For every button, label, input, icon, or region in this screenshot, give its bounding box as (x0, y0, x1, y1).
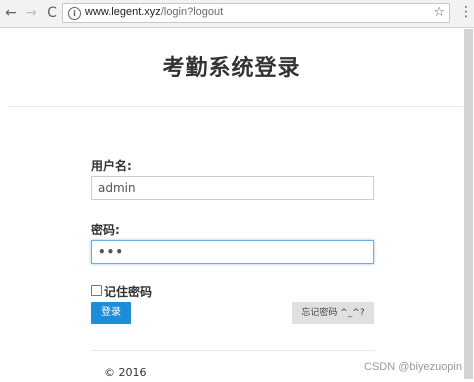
footer-divider (91, 350, 374, 351)
forward-arrow-icon[interactable]: → (22, 4, 40, 22)
header-divider (8, 106, 463, 107)
page-title: 考勤系统登录 (162, 56, 301, 81)
login-button[interactable]: 登录 (91, 302, 131, 324)
remember-checkbox[interactable] (91, 285, 102, 296)
info-icon[interactable]: i (68, 7, 81, 20)
watermark-text: CSDN @biyezuopin (364, 361, 462, 373)
password-input[interactable]: ••• (91, 240, 374, 264)
url-text[interactable]: www.legent.xyz/login?logout (85, 6, 223, 18)
username-input[interactable]: admin (91, 176, 374, 200)
address-bar[interactable]: i www.legent.xyz/login?logout ☆ (62, 3, 450, 23)
url-path: /login?logout (160, 6, 224, 18)
remember-label[interactable]: 记住密码 (104, 283, 152, 300)
browser-toolbar: ← → C i www.legent.xyz/login?logout ☆ ⋮ (0, 0, 474, 28)
url-host: www.legent.xyz (85, 6, 161, 18)
username-label: 用户名: (91, 159, 132, 173)
reload-icon[interactable]: C (43, 4, 61, 22)
back-arrow-icon[interactable]: ← (2, 4, 20, 22)
copyright-text: © 2016 (104, 366, 147, 379)
browser-menu-icon[interactable]: ⋮ (459, 4, 473, 20)
forgot-password-button[interactable]: 忘记密码 ^_^? (292, 302, 374, 324)
scrollbar-thumb[interactable] (464, 29, 473, 379)
password-label: 密码: (91, 223, 120, 237)
bookmark-star-icon[interactable]: ☆ (433, 5, 445, 20)
